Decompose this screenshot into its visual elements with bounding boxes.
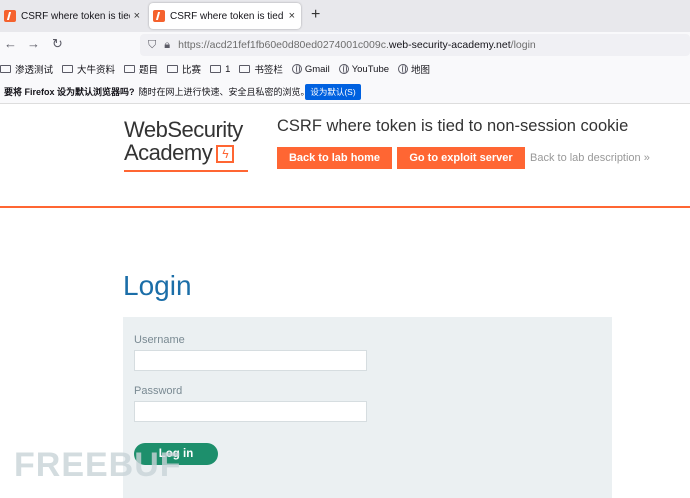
folder-icon (62, 65, 74, 73)
globe-icon (338, 64, 349, 74)
web-security-academy-logo[interactable]: WebSecurity Academy ϟ (124, 118, 264, 164)
reload-icon[interactable]: ↻ (52, 36, 63, 52)
default-browser-notification: 要将 Firefox 设为默认浏览器吗? 随时在网上进行快速、安全且私密的浏览。… (0, 80, 690, 104)
folder-icon (0, 65, 11, 73)
folder-icon (210, 65, 222, 73)
logo-line-1: WebSecurity (124, 117, 243, 142)
logo-line-2: Academy (124, 140, 213, 165)
bookmark-label: 1 (225, 63, 231, 75)
notification-text: 要将 Firefox 设为默认浏览器吗? (4, 87, 135, 97)
url-path: /login (510, 39, 536, 51)
page-title: Login (123, 270, 192, 301)
close-icon[interactable]: × (134, 10, 140, 22)
password-label: Password (134, 385, 183, 397)
url-prefix: https://acd21fef1fb60e0d80ed0274001c009c… (178, 39, 389, 51)
folder-icon (239, 65, 251, 73)
folder-icon (124, 65, 136, 73)
password-input[interactable] (134, 401, 367, 422)
username-input[interactable] (134, 350, 367, 371)
bookmark-label: 大牛资料 (77, 65, 116, 76)
bookmark-item[interactable]: 大牛资料 (62, 62, 115, 76)
bookmark-item[interactable]: 书签栏 (239, 62, 283, 76)
lock-icon[interactable]: 🔒︎ (164, 39, 170, 52)
close-icon[interactable]: × (289, 10, 295, 22)
tab-title: CSRF where token is tied to n (21, 10, 130, 22)
bookmarks-bar: 渗透测试 大牛资料 题目 比赛 1 书签栏 Gmail YouTube 地图 (0, 58, 690, 80)
username-label: Username (134, 334, 185, 346)
url-host: web-security-academy.net (388, 39, 511, 51)
browser-tab-2-active[interactable]: CSRF where token is tied to n × (149, 3, 301, 29)
bookmark-item[interactable]: 比赛 (167, 62, 201, 76)
lab-title: CSRF where token is tied to non-session … (277, 117, 629, 135)
tab-title: CSRF where token is tied to n (170, 10, 285, 22)
burp-favicon-icon (153, 10, 165, 22)
forward-icon[interactable]: → (27, 36, 40, 51)
lab-header: WebSecurity Academy ϟ CSRF where token is… (0, 104, 690, 208)
bookmark-label: Gmail (304, 63, 330, 75)
shield-icon[interactable]: ⛉ (148, 39, 156, 52)
bookmark-item[interactable]: 题目 (124, 62, 158, 76)
browser-tab-1[interactable]: CSRF where token is tied to n × (0, 3, 146, 29)
globe-icon (398, 64, 409, 74)
exploit-server-button[interactable]: Go to exploit server (397, 147, 525, 169)
globe-icon (291, 64, 302, 74)
navigation-bar: ← → ↻ ⛉ 🔒︎ https://acd21fef1fb60e0d80ed0… (0, 32, 690, 58)
bookmark-item[interactable]: YouTube (338, 63, 390, 75)
logo-underline (124, 170, 248, 172)
login-form: Username Password Log in (123, 317, 612, 498)
bookmark-label: 地图 (411, 65, 431, 76)
bookmark-label: 比赛 (182, 65, 202, 76)
folder-icon (167, 65, 179, 73)
burp-favicon-icon (4, 10, 16, 22)
bookmark-label: YouTube (351, 63, 390, 75)
freebuf-watermark: FREEBUF (14, 446, 182, 484)
back-to-lab-home-button[interactable]: Back to lab home (277, 147, 392, 169)
bookmark-label: 渗透测试 (15, 65, 54, 76)
back-icon[interactable]: ← (4, 36, 17, 51)
bookmark-item[interactable]: 地图 (398, 62, 430, 76)
bookmark-item[interactable]: Gmail (291, 63, 330, 75)
notification-subtext: 随时在网上进行快速、安全且私密的浏览。 (138, 87, 310, 97)
page-content: WebSecurity Academy ϟ CSRF where token is… (0, 104, 690, 498)
back-to-lab-description-link[interactable]: Back to lab description » (530, 152, 650, 164)
bookmark-item[interactable]: 1 (210, 64, 230, 75)
url-bar[interactable]: ⛉ 🔒︎ https://acd21fef1fb60e0d80ed0274001… (140, 34, 690, 56)
bookmark-label: 题目 (139, 65, 159, 76)
tab-bar: CSRF where token is tied to n × CSRF whe… (0, 0, 690, 32)
bookmark-item[interactable]: 渗透测试 (0, 62, 53, 76)
set-default-button[interactable]: 设为默认(S) (305, 84, 361, 100)
bookmark-label: 书签栏 (254, 65, 283, 76)
new-tab-button[interactable]: + (311, 6, 320, 24)
bolt-icon: ϟ (216, 145, 235, 164)
